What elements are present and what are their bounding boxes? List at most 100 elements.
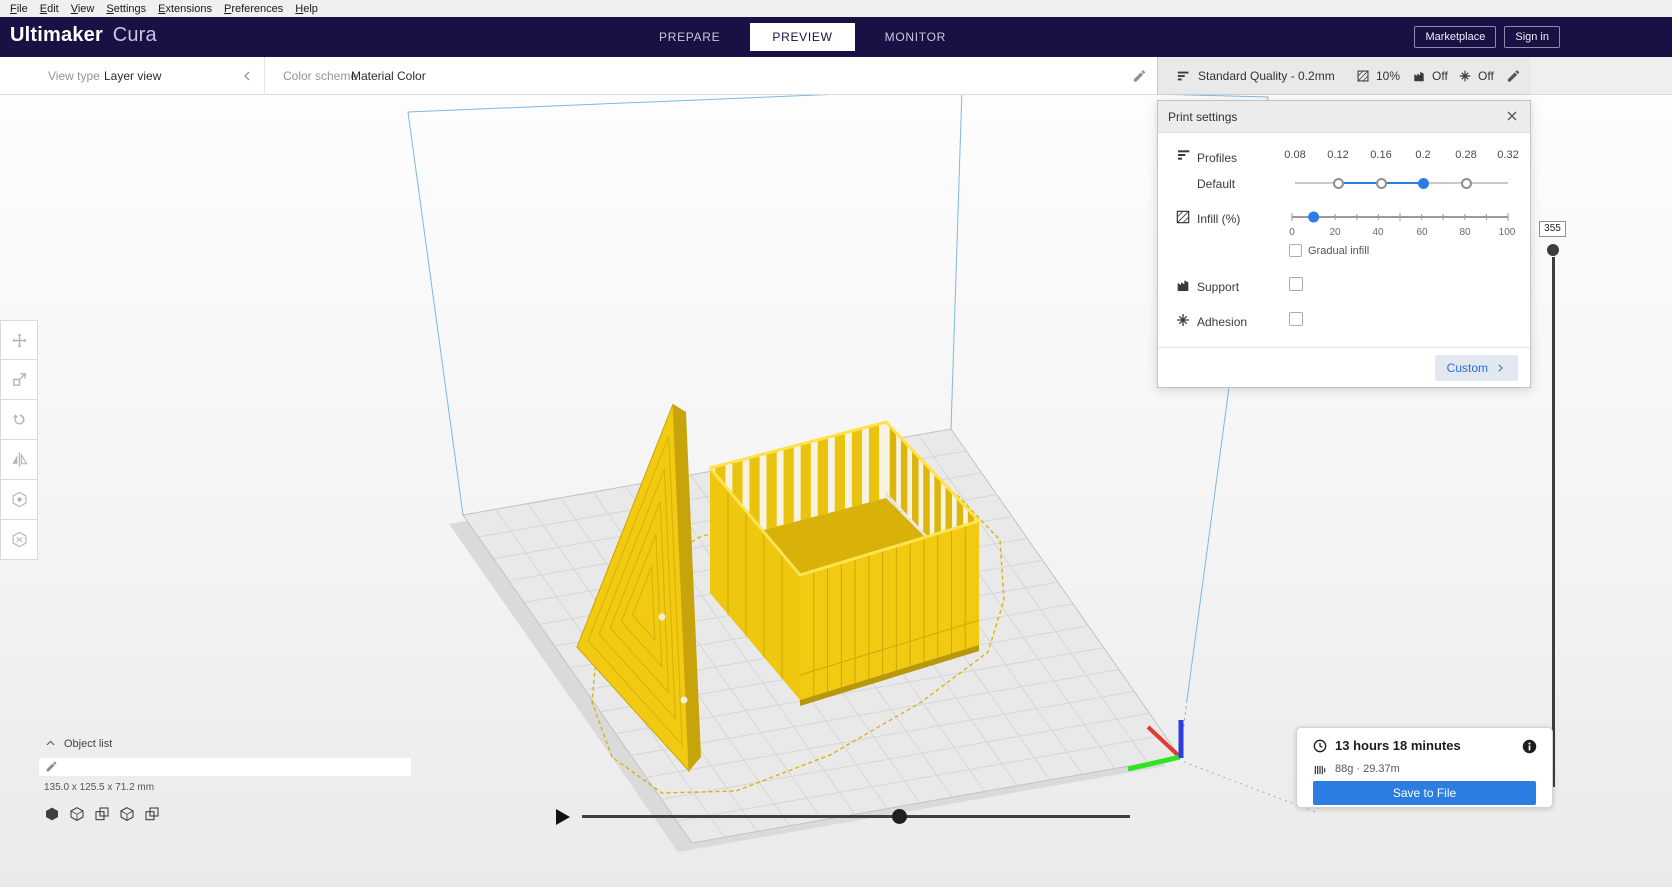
print-settings-title: Print settings [1168,110,1238,124]
infill-tick-40: 40 [1372,227,1384,238]
menu-view[interactable]: View [65,3,101,15]
cube-group-icon[interactable] [144,806,160,822]
rename-pencil-icon[interactable] [45,760,58,773]
app-logo: Ultimaker Cura [10,24,157,47]
support-summary: Off [1432,68,1448,83]
cube-outline-icon[interactable] [69,806,85,822]
profile-icon [1176,68,1191,83]
tab-preview[interactable]: PREVIEW [750,23,855,51]
profile-knob-02-selected[interactable] [1417,177,1429,189]
layer-slider-handle[interactable] [1547,244,1559,256]
chevron-right-icon [1494,362,1506,374]
close-icon[interactable] [1504,108,1522,126]
scale-tool[interactable] [0,360,38,400]
mirror-icon [11,451,28,468]
support-blocker-tool[interactable] [0,520,38,560]
print-settings-panel: Print settings Profiles 0.08 0.12 0.16 0… [1157,100,1531,388]
info-icon[interactable] [1521,738,1538,755]
infill-tick-100: 100 [1498,227,1516,238]
edit-pencil-icon[interactable] [1132,68,1147,83]
support-blocker-icon [11,531,28,548]
print-setup-bar[interactable]: Standard Quality - 0.2mm 10% Off Off [1157,57,1531,95]
menu-edit[interactable]: Edit [34,3,65,15]
object-name-row[interactable] [38,757,412,777]
color-scheme-dropdown[interactable]: Material Color [351,69,426,83]
rotate-tool[interactable] [0,400,38,440]
material-usage: 88g · 29.37m [1335,763,1400,775]
job-summary-card: 13 hours 18 minutes 88g · 29.37m Save to… [1296,727,1553,808]
logo-ultimaker: Ultimaker [10,24,103,46]
infill-tick-60: 60 [1416,227,1428,238]
gradual-infill-checkbox[interactable] [1289,244,1302,257]
cubes-stack-icon[interactable] [94,806,110,822]
profile-summary: Standard Quality - 0.2mm [1198,68,1335,83]
cube-solid-icon[interactable] [44,806,60,822]
custom-settings-button[interactable]: Custom [1434,355,1518,381]
infill-slider-handle[interactable] [1308,211,1320,223]
menu-settings[interactable]: Settings [100,3,152,15]
edit-settings-pencil-icon[interactable] [1506,68,1521,83]
save-to-file-button[interactable]: Save to File [1313,781,1536,805]
profile-knob-016[interactable] [1375,177,1387,189]
profile-value-008: 0.08 [1284,149,1306,161]
sign-in-button[interactable]: Sign in [1504,26,1560,48]
profiles-icon [1176,147,1192,163]
support-checkbox[interactable] [1289,277,1303,291]
menu-help[interactable]: Help [289,3,324,15]
infill-tick-80: 80 [1459,227,1471,238]
header-actions: Marketplace Sign in [1414,17,1560,57]
support-icon [1175,277,1191,293]
object-list: Object list 135.0 x 125.5 x 71.2 mm [0,730,420,840]
panel-divider [1158,347,1530,348]
play-icon[interactable] [556,809,570,825]
profiles-label: Profiles [1197,151,1238,165]
menu-file[interactable]: File [4,3,34,15]
print-time: 13 hours 18 minutes [1335,738,1461,753]
adhesion-checkbox[interactable] [1289,312,1303,326]
move-tool[interactable] [0,320,38,360]
adhesion-icon [1175,312,1191,328]
infill-icon [1175,209,1191,225]
profile-knob-028[interactable] [1460,177,1472,189]
model-dimensions: 135.0 x 125.5 x 71.2 mm [44,782,155,793]
simulation-slider-track[interactable] [582,815,1130,818]
toolbar-divider [264,56,265,95]
collapse-panel-chevron-icon[interactable] [240,68,255,83]
object-list-label[interactable]: Object list [64,738,112,750]
clock-icon [1312,738,1328,754]
per-model-settings-icon [11,491,28,508]
mirror-tool[interactable] [0,440,38,480]
infill-tick-0: 0 [1289,227,1295,238]
tab-monitor[interactable]: MONITOR [881,23,950,51]
menu-preferences[interactable]: Preferences [218,3,289,15]
marketplace-button[interactable]: Marketplace [1414,26,1497,48]
profile-value-02: 0.2 [1415,149,1431,161]
view-type-dropdown[interactable]: Layer view [104,69,161,83]
infill-icon [1356,69,1370,83]
logo-cura: Cura [112,24,157,46]
infill-slider[interactable] [1288,205,1512,229]
menu-extensions[interactable]: Extensions [152,3,218,15]
profile-knob-012[interactable] [1332,177,1344,189]
layer-number-box[interactable]: 355 [1539,221,1566,237]
chevron-up-icon[interactable] [44,737,57,750]
stage-tabs: PREPARE PREVIEW MONITOR [655,17,950,57]
header: Ultimaker Cura PREPARE PREVIEW MONITOR M… [0,17,1672,57]
rotate-icon [11,411,28,428]
cube-copy-icon[interactable] [119,806,135,822]
view-toolbar: View type Layer view Color scheme Materi… [0,56,1157,95]
view-type-label: View type [48,68,100,83]
adhesion-summary: Off [1478,68,1494,83]
toolbar-filler [1531,57,1672,95]
adhesion-icon [1458,69,1472,83]
infill-tick-20: 20 [1329,227,1341,238]
adhesion-label: Adhesion [1197,315,1248,329]
tab-prepare[interactable]: PREPARE [655,23,724,51]
profile-value-016: 0.16 [1370,149,1392,161]
per-model-settings-tool[interactable] [0,480,38,520]
menu-bar: File Edit View Settings Extensions Prefe… [0,0,1672,17]
layer-slider-track[interactable] [1552,257,1555,787]
gradual-infill-label: Gradual infill [1308,245,1370,257]
simulation-slider-handle[interactable] [892,809,907,824]
default-profile-label: Default [1197,177,1236,191]
